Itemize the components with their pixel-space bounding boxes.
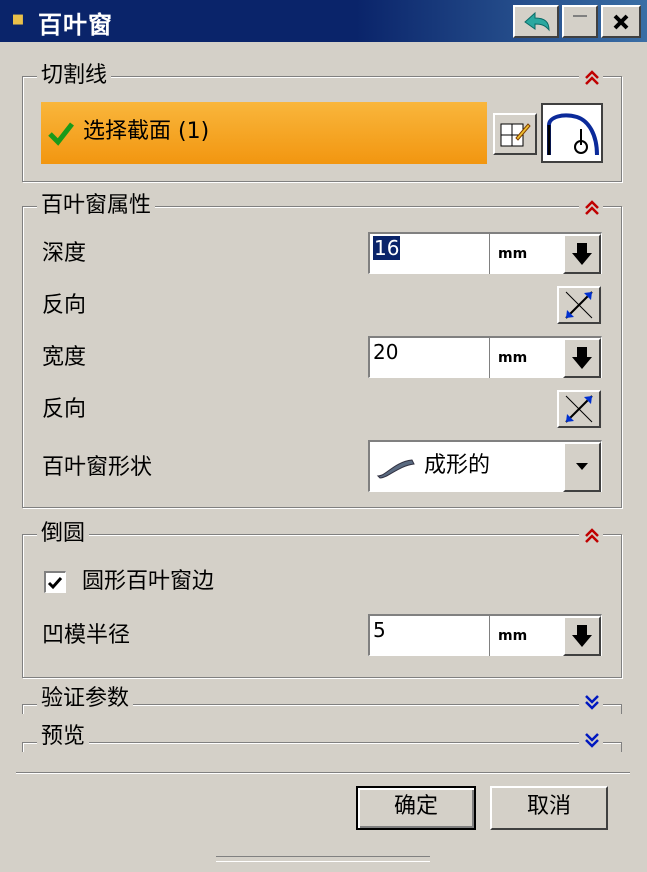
louver-shape-label: 百叶窗形状 [42, 455, 153, 480]
checkmark-icon [48, 122, 74, 146]
curve-icon [547, 113, 599, 156]
undo-arrow-icon [524, 11, 550, 31]
cancel-button[interactable]: 取消 [490, 786, 608, 830]
expand-chevron-icon[interactable] [579, 693, 603, 713]
close-icon [613, 14, 629, 29]
select-section-bar[interactable]: 选择截面 (1) [41, 102, 487, 164]
width-dropdown-button[interactable] [563, 338, 601, 378]
die-radius-label: 凹模半径 [42, 623, 131, 648]
separator [16, 772, 630, 774]
expand-chevron-icon[interactable] [579, 731, 603, 751]
shape-dropdown-button[interactable] [563, 442, 601, 492]
reverse-depth-button[interactable] [557, 286, 601, 324]
resize-grip[interactable] [216, 856, 430, 862]
die-radius-unit: mm [498, 628, 528, 644]
die-radius-value[interactable]: 5 [373, 618, 386, 642]
depth-dropdown-button[interactable] [563, 234, 601, 274]
curve-select-button[interactable] [541, 103, 603, 163]
die-radius-field[interactable]: 5 mm [368, 614, 602, 656]
nx-app-icon: ■ [11, 12, 25, 27]
width-value[interactable]: 20 [373, 340, 398, 364]
checkbox-check-icon [47, 577, 63, 590]
close-button[interactable] [601, 5, 641, 38]
section-preview: 预览 [22, 723, 622, 752]
depth-label: 深度 [42, 241, 87, 266]
collapse-chevron-icon[interactable] [579, 525, 603, 545]
ok-button[interactable]: 确定 [356, 786, 476, 830]
window-title: 百叶窗 [38, 11, 113, 39]
section-verify: 验证参数 [22, 685, 622, 714]
louver-shape-value: 成形的 [424, 453, 491, 478]
down-arrow-icon [572, 243, 592, 265]
round-edge-checkbox[interactable] [44, 571, 66, 593]
collapse-chevron-icon[interactable] [579, 67, 603, 87]
depth-field[interactable]: 16 mm [368, 232, 602, 274]
select-section-label: 选择截面 (1) [83, 119, 210, 144]
minimize-icon [573, 14, 587, 17]
chevron-down-icon [576, 463, 588, 470]
section-preview-title[interactable]: 预览 [37, 723, 90, 751]
die-radius-dropdown-button[interactable] [563, 616, 601, 656]
section-cut-line: 切割线 选择截面 (1) [22, 62, 622, 182]
formed-shape-icon [376, 459, 415, 479]
reverse-depth-label: 反向 [42, 293, 87, 318]
collapse-chevron-icon[interactable] [579, 197, 603, 217]
depth-value[interactable]: 16 [373, 236, 401, 260]
section-round-title[interactable]: 倒圆 [37, 520, 90, 548]
flip-direction-icon [565, 291, 593, 319]
reverse-width-button[interactable] [557, 390, 601, 428]
width-unit: mm [498, 350, 528, 366]
title-bar: ■ 百叶窗 [0, 0, 647, 42]
reset-button[interactable] [513, 5, 559, 38]
section-louver-props-title[interactable]: 百叶窗属性 [37, 192, 156, 220]
minimize-button[interactable] [562, 5, 598, 38]
down-arrow-icon [572, 625, 592, 647]
sketch-section-button[interactable] [493, 113, 537, 155]
width-label: 宽度 [42, 345, 87, 370]
sketch-icon [500, 123, 531, 147]
width-field[interactable]: 20 mm [368, 336, 602, 378]
depth-unit: mm [498, 246, 528, 262]
round-edge-label: 圆形百叶窗边 [82, 569, 215, 594]
louver-shape-select[interactable]: 成形的 [368, 440, 602, 492]
down-arrow-icon [572, 347, 592, 369]
reverse-width-label: 反向 [42, 397, 87, 422]
section-round: 倒圆 [22, 520, 622, 678]
flip-direction-icon [565, 395, 593, 423]
section-cut-line-title[interactable]: 切割线 [37, 62, 112, 90]
section-verify-title[interactable]: 验证参数 [37, 685, 134, 713]
